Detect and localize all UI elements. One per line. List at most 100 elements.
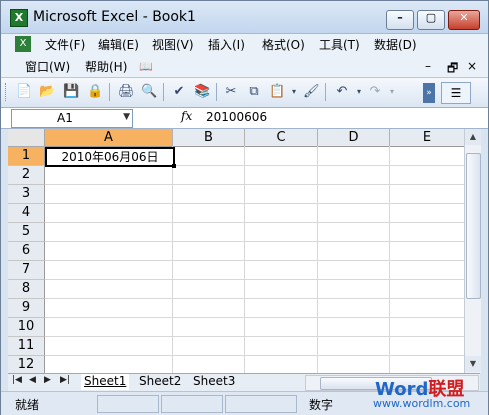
menu-view[interactable]: 视图(V) (152, 37, 194, 53)
toolbar-separator (109, 83, 110, 101)
spelling-icon[interactable]: ✔ (171, 84, 187, 100)
redo-dropdown-icon[interactable]: ▾ (384, 84, 400, 100)
status-panel (161, 395, 223, 413)
column-header-b[interactable]: B (173, 129, 245, 147)
formula-bar: A1 ▼ fx 20100606 (1, 108, 488, 129)
gridline (45, 203, 464, 204)
mdi-close-button[interactable]: × (467, 59, 477, 73)
permission-icon[interactable]: 🔒 (87, 84, 103, 100)
row-header-12[interactable]: 12 (8, 356, 45, 373)
row-header-5[interactable]: 5 (8, 223, 45, 242)
toolbar-separator (325, 83, 326, 101)
next-sheet-icon[interactable]: ▶ (44, 375, 51, 385)
excel-app-icon[interactable]: X (10, 9, 28, 27)
menu-file[interactable]: 文件(F) (45, 37, 85, 53)
redo-icon[interactable]: ↷ (367, 84, 383, 100)
menu-data[interactable]: 数据(D) (374, 37, 417, 53)
paste-icon[interactable]: 📋 (269, 84, 285, 100)
status-num-lock: 数字 (309, 398, 334, 412)
toolbar-options-icon[interactable]: » (423, 83, 435, 103)
mdi-minimize-button[interactable]: – (425, 59, 431, 73)
gridline (45, 317, 464, 318)
status-ready: 就绪 (15, 398, 40, 412)
gridline (45, 184, 464, 185)
wordlm-watermark: Word联盟 www.wordlm.com (373, 375, 485, 411)
row-header-10[interactable]: 10 (8, 318, 45, 337)
column-header-d[interactable]: D (318, 129, 390, 147)
tab-sheet3[interactable]: Sheet3 (190, 374, 238, 389)
menu-tools[interactable]: 工具(T) (319, 37, 360, 53)
watermark-url: www.wordlm.com (373, 397, 471, 410)
research-icon[interactable]: 📖 (139, 59, 153, 75)
gridline (45, 336, 464, 337)
standard-toolbar: 📄 📂 💾 🔒 🖨 🔍 ✔ 📚 ✂ ⧉ 📋 ▾ 🖌 ↶ ▾ ↷ ▾ » ☰ (1, 78, 488, 108)
gridline (45, 260, 464, 261)
gridline (45, 222, 464, 223)
minimize-button[interactable]: – (386, 10, 414, 30)
gridline (45, 241, 464, 242)
prev-sheet-icon[interactable]: ◀ (29, 375, 36, 385)
column-header-c[interactable]: C (245, 129, 318, 147)
insert-function-icon[interactable]: fx (181, 109, 192, 123)
format-painter-icon[interactable]: 🖌 (303, 84, 320, 100)
menu-insert[interactable]: 插入(I) (208, 37, 245, 53)
gridline (45, 298, 464, 299)
row-header-2[interactable]: 2 (8, 166, 45, 185)
name-box-value: A1 (57, 111, 73, 125)
formula-input[interactable]: 20100606 (204, 109, 486, 126)
row-header-7[interactable]: 7 (8, 261, 45, 280)
fill-handle[interactable] (172, 164, 176, 168)
vertical-scrollbar[interactable]: ▲ ▼ (464, 129, 481, 373)
workbook-icon[interactable]: X (15, 36, 31, 52)
column-header-e[interactable]: E (390, 129, 464, 147)
menu-help[interactable]: 帮助(H) (85, 59, 127, 75)
first-sheet-icon[interactable]: |◀ (12, 375, 22, 385)
title-bar[interactable]: X Microsoft Excel - Book1 – ▢ ✕ (1, 1, 488, 34)
window-title: Microsoft Excel - Book1 (33, 9, 196, 25)
column-header-a[interactable]: A (45, 129, 173, 147)
gridline (45, 279, 464, 280)
status-panel (225, 395, 297, 413)
cell-a1[interactable]: 2010年06月06日 (45, 147, 175, 167)
chevron-down-icon[interactable]: ▼ (123, 112, 130, 122)
last-sheet-icon[interactable]: ▶| (60, 375, 70, 385)
research-tool-icon[interactable]: 📚 (194, 84, 210, 100)
scroll-down-icon[interactable]: ▼ (465, 356, 481, 372)
gridline (45, 355, 464, 356)
mdi-restore-button[interactable]: 🗗 (447, 59, 458, 80)
row-header-4[interactable]: 4 (8, 204, 45, 223)
select-all-corner[interactable] (8, 129, 45, 147)
tab-sheet1[interactable]: Sheet1 (81, 374, 130, 390)
maximize-button[interactable]: ▢ (417, 10, 445, 30)
row-header-8[interactable]: 8 (8, 280, 45, 299)
menu-edit[interactable]: 编辑(E) (98, 37, 139, 53)
toolbar-grip[interactable] (5, 83, 9, 101)
undo-dropdown-icon[interactable]: ▾ (351, 84, 367, 100)
save-icon[interactable]: 💾 (63, 84, 79, 100)
row-header-6[interactable]: 6 (8, 242, 45, 261)
tab-sheet2[interactable]: Sheet2 (136, 374, 184, 389)
row-header-1[interactable]: 1 (8, 147, 45, 166)
align-left-icon[interactable]: ☰ (441, 82, 471, 104)
row-header-9[interactable]: 9 (8, 299, 45, 318)
toolbar-separator (163, 83, 164, 101)
paste-dropdown-icon[interactable]: ▾ (286, 84, 302, 100)
worksheet-grid[interactable]: A B C D E 1 2 3 4 5 6 7 8 9 10 11 12 201… (8, 129, 464, 373)
menu-window[interactable]: 窗口(W) (25, 59, 70, 75)
cut-icon[interactable]: ✂ (223, 84, 239, 100)
row-header-11[interactable]: 11 (8, 337, 45, 356)
print-preview-icon[interactable]: 🔍 (141, 84, 157, 100)
name-box[interactable]: A1 ▼ (11, 109, 133, 128)
excel-window: X Microsoft Excel - Book1 – ▢ ✕ X 文件(F) … (0, 0, 489, 415)
row-header-3[interactable]: 3 (8, 185, 45, 204)
undo-icon[interactable]: ↶ (334, 84, 350, 100)
vertical-scroll-thumb[interactable] (466, 153, 481, 299)
new-icon[interactable]: 📄 (16, 84, 32, 100)
menu-format[interactable]: 格式(O) (262, 37, 305, 53)
scroll-up-icon[interactable]: ▲ (465, 129, 481, 145)
copy-icon[interactable]: ⧉ (246, 84, 262, 100)
open-icon[interactable]: 📂 (39, 84, 55, 100)
print-icon[interactable]: 🖨 (118, 84, 135, 100)
toolbar-separator (216, 83, 217, 101)
close-button[interactable]: ✕ (448, 10, 480, 30)
